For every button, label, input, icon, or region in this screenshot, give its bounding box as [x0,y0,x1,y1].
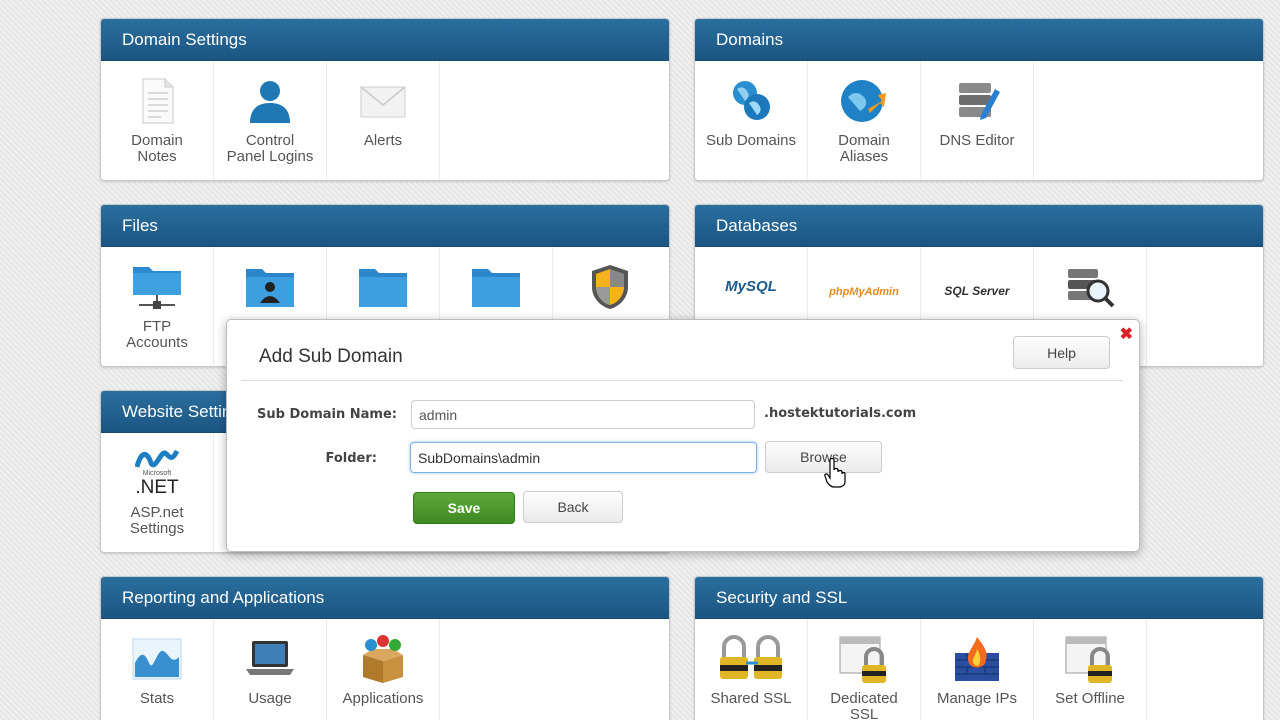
tile-aspnet-settings[interactable]: Microsoft .NET ASP.net Settings [101,433,214,552]
files-header: Files [101,205,669,247]
padlock-window-icon [838,633,890,685]
tile-set-offline[interactable]: Set Offline [1034,619,1147,720]
sqlserver-logo-icon: SQL Server [937,261,1017,313]
security-panel: Security and SSL Shared SSL Dedicated SS… [694,576,1264,720]
tile-label: Manage IPs [936,690,1018,707]
tile-label: Control Panel Logins [226,132,314,165]
tile-domain-aliases[interactable]: Domain Aliases [808,61,921,180]
user-folder-icon [244,261,296,313]
envelope-icon [357,75,409,127]
tile-label: FTP Accounts [126,318,188,351]
reporting-header: Reporting and Applications [101,577,669,619]
network-folder-icon [131,261,183,313]
dotnet-logo-icon: Microsoft .NET [131,447,183,499]
tile-control-panel-logins[interactable]: Control Panel Logins [214,61,327,180]
folder-label: Folder: [325,451,377,466]
tile-label: Set Offline [1055,690,1125,707]
tile-label: Dedicated SSL [830,690,898,720]
tile-label: Shared SSL [710,690,792,707]
security-header: Security and SSL [695,577,1263,619]
close-icon[interactable]: ✖ [1120,324,1133,344]
tile-sub-domains[interactable]: Sub Domains [695,61,808,180]
padlocks-icon [716,633,786,685]
tile-alerts[interactable]: Alerts [327,61,440,180]
tile-domain-notes[interactable]: Domain Notes [101,61,214,180]
dialog-divider [241,380,1123,381]
back-button[interactable]: Back [523,491,623,523]
tile-label: Alerts [363,132,403,149]
reporting-panel: Reporting and Applications Stats Usage A… [100,576,670,720]
mysql-logo-text: MySQL [725,278,777,295]
tile-ftp-accounts[interactable]: FTP Accounts [101,247,214,366]
tile-label: Domain Aliases [838,132,890,165]
sqlserver-logo-text: SQL Server [944,284,1010,298]
subdomain-name-input[interactable] [411,400,755,429]
database-search-icon [1064,261,1116,313]
tile-manage-ips[interactable]: Manage IPs [921,619,1034,720]
save-button[interactable]: Save [413,492,515,524]
laptop-icon [244,633,296,685]
server-pencil-icon [951,75,1003,127]
dotnet-logo-text: .NET [135,477,179,498]
tile-label: Domain Notes [131,132,183,165]
tile-applications[interactable]: Applications [327,619,440,720]
mysql-logo-icon: MySQL [711,261,791,313]
box-icon [357,633,409,685]
domain-settings-panel: Domain Settings Domain Notes Control Pan… [100,18,670,181]
tile-dedicated-ssl[interactable]: Dedicated SSL [808,619,921,720]
domains-header: Domains [695,19,1263,61]
folder-icon [357,261,409,313]
domains-panel: Domains Sub Domains Domain Aliases DNS E… [694,18,1264,181]
tile-dns-editor[interactable]: DNS Editor [921,61,1034,180]
tile-label: DNS Editor [939,132,1015,149]
chart-icon [131,633,183,685]
tile-label: Sub Domains [705,132,797,149]
phpmyadmin-logo-text: phpMyAdmin [829,286,899,298]
user-icon [244,75,296,127]
tile-label: ASP.net Settings [129,504,185,537]
databases-header: Databases [695,205,1263,247]
globes-icon [725,75,777,127]
hand-cursor-icon [824,458,846,488]
folder-icon [470,261,522,313]
domain-suffix: .hostektutorials.com [764,406,917,421]
notes-icon [131,75,183,127]
tile-label: Stats [139,690,175,707]
tile-label: Applications [342,690,424,707]
firewall-icon [951,633,1003,685]
subdomain-name-label: Sub Domain Name: [257,407,397,422]
tile-shared-ssl[interactable]: Shared SSL [695,619,808,720]
dialog-title: Add Sub Domain [259,346,403,367]
domain-settings-header: Domain Settings [101,19,669,61]
folder-input[interactable] [410,442,757,473]
tile-label: Usage [248,690,292,707]
tile-stats[interactable]: Stats [101,619,214,720]
shield-icon [584,261,636,313]
tile-usage[interactable]: Usage [214,619,327,720]
padlock-window-icon [1064,633,1116,685]
globe-arrow-icon [838,75,890,127]
phpmyadmin-logo-icon: phpMyAdmin [819,261,909,313]
add-sub-domain-dialog: Add Sub Domain ✖ Help Sub Domain Name: .… [226,319,1140,552]
help-button[interactable]: Help [1013,336,1110,369]
